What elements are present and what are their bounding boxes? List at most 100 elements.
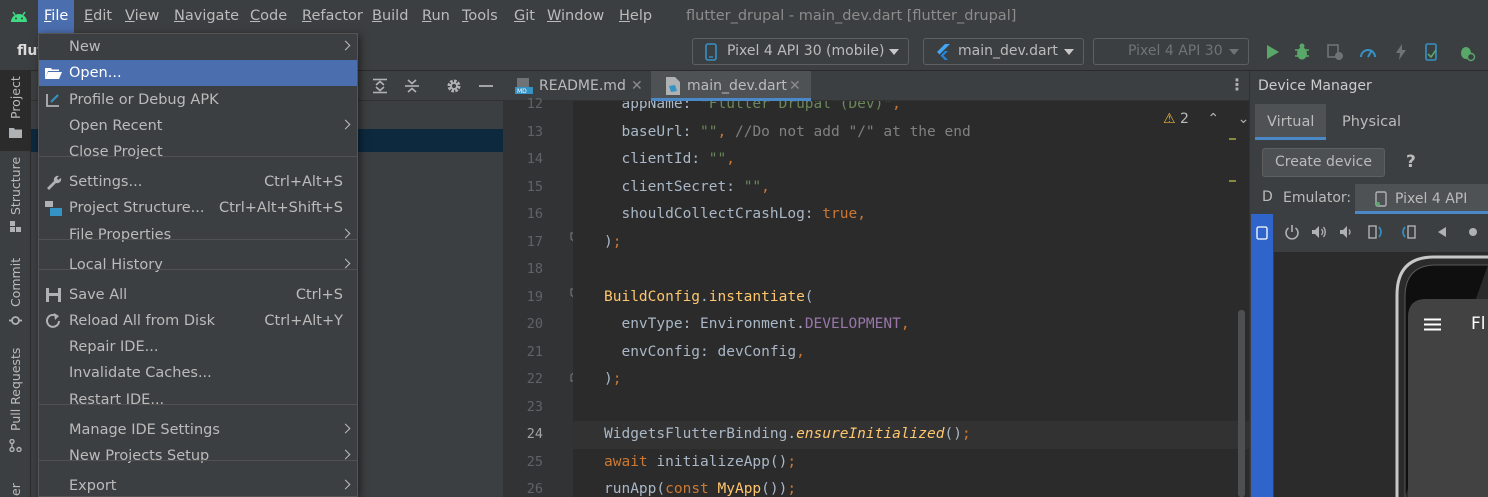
line-number: 15 (526, 178, 543, 195)
menu-run[interactable]: Run (416, 0, 456, 33)
gear-icon[interactable] (446, 78, 462, 94)
create-device-button[interactable]: Create device (1262, 148, 1385, 177)
project-tool-tab[interactable]: Project (0, 71, 31, 151)
emulator-device-tab[interactable]: Pixel 4 API 30 (1355, 184, 1488, 237)
inspection-widget[interactable]: ⚠ 2 ⌃ ⌄ (1163, 111, 1249, 127)
emulator-screen[interactable]: Fl (1274, 252, 1488, 497)
menu-build[interactable]: Build (366, 0, 414, 33)
rotate-left-icon[interactable] (1367, 224, 1385, 240)
tab-physical[interactable]: Physical (1330, 104, 1413, 140)
code-line[interactable]: envConfig: devConfig, (573, 339, 1249, 367)
line-number: 16 (526, 206, 543, 222)
code-line[interactable]: runApp(const MyApp()); (573, 476, 1249, 497)
file-menu-dropdown: New Open... Profile or Debug APK Open Recen… (38, 33, 358, 497)
pull-request-icon (9, 439, 22, 452)
menu-item-profile-or-debug-apk[interactable]: Profile or Debug APK (39, 87, 357, 113)
rotate-right-icon[interactable] (1399, 224, 1417, 240)
code-line[interactable]: BuildConfig.instantiate( (573, 284, 1249, 312)
menu-separator (39, 460, 357, 461)
menu-view[interactable]: View (119, 0, 165, 33)
menu-label-rest: indow (561, 8, 605, 24)
menu-navigate[interactable]: Navigate (168, 0, 245, 33)
profiler-icon[interactable] (1358, 42, 1378, 62)
target-device-combo[interactable]: Pixel 4 API 30 (1093, 38, 1249, 65)
menu-refactor[interactable]: Refactor (296, 0, 369, 33)
menu-item-label: Local History (69, 257, 163, 273)
menu-git[interactable]: Git (508, 0, 541, 33)
menu-tools[interactable]: Tools (456, 0, 504, 33)
code-line[interactable] (573, 256, 1249, 284)
run-config-combo[interactable]: main_dev.dart (923, 38, 1084, 65)
chevron-right-icon (340, 119, 351, 130)
menu-item-file-properties[interactable]: File Properties (39, 222, 357, 248)
back-icon[interactable] (1436, 226, 1448, 238)
commit-tool-tab[interactable]: Commit (0, 251, 31, 331)
tab-main-dev-dart[interactable]: main_dev.dart ✕ (651, 71, 811, 101)
dart-file-icon (666, 77, 680, 95)
menu-edit[interactable]: Edit (78, 0, 118, 33)
menu-item-local-history[interactable]: Local History (39, 252, 357, 278)
line-number: 20 (526, 316, 543, 332)
collapse-all-icon[interactable] (404, 78, 420, 94)
menu-file[interactable]: File (38, 0, 75, 33)
run-icon[interactable] (1262, 42, 1282, 62)
help-icon[interactable]: ? (1406, 152, 1416, 172)
tab-virtual[interactable]: Virtual (1255, 104, 1327, 140)
menu-item-project-structure[interactable]: Project Structure... Ctrl+Alt+Shift+S (39, 195, 357, 221)
menu-item-open-recent[interactable]: Open Recent (39, 113, 357, 139)
menu-item-manage-ide-settings[interactable]: Manage IDE Settings (39, 417, 357, 443)
volume-down-icon[interactable] (1338, 224, 1354, 240)
code-line[interactable]: appName: "Flutter Drupal (Dev)", (573, 101, 1249, 119)
code-line[interactable]: shouldCollectCrashLog: true, (573, 201, 1249, 229)
menu-item-settings[interactable]: Settings... Ctrl+Alt+S (39, 169, 357, 195)
code-line[interactable]: await initializeApp(); (573, 449, 1249, 477)
code-line[interactable]: clientId: "", (573, 146, 1249, 174)
menu-item-close-project[interactable]: Close Project (39, 139, 357, 165)
device-selector-combo[interactable]: Pixel 4 API 30 (mobile) (692, 38, 909, 65)
more-tabs-icon[interactable]: ⋮ (1229, 76, 1245, 94)
menu-item-save-all[interactable]: Save All Ctrl+S (39, 282, 357, 308)
menu-item-repair-ide[interactable]: Repair IDE... (39, 334, 357, 360)
warning-stripe-marker[interactable] (1229, 180, 1236, 182)
pull-requests-tool-tab[interactable]: Pull Requests (0, 348, 31, 466)
menu-item-open[interactable]: Open... (39, 60, 357, 86)
chevron-up-icon[interactable]: ⌃ (1207, 111, 1219, 127)
hide-panel-icon[interactable] (478, 78, 494, 94)
attach-debugger-icon[interactable] (1325, 42, 1345, 62)
menu-item-new[interactable]: New (39, 34, 357, 60)
close-icon[interactable]: ✕ (631, 71, 643, 101)
menu-help[interactable]: Help (613, 0, 658, 33)
home-icon[interactable] (1468, 227, 1478, 237)
sdk-manager-icon[interactable] (1456, 42, 1476, 62)
warning-stripe-marker[interactable] (1229, 138, 1236, 140)
hot-reload-icon[interactable] (1391, 42, 1411, 62)
volume-up-icon[interactable] (1311, 224, 1327, 240)
chevron-down-icon[interactable]: ⌄ (1238, 111, 1250, 127)
menu-item-export[interactable]: Export (39, 473, 357, 497)
menu-item-restart-ide[interactable]: Restart IDE... (39, 387, 357, 413)
menu-item-reload-all-from-disk[interactable]: Reload All from Disk Ctrl+Alt+Y (39, 308, 357, 334)
code-line[interactable]: ); (573, 229, 1249, 257)
code-line[interactable]: ); (573, 366, 1249, 394)
wrench-icon (47, 175, 62, 190)
build-variants-tool-tab[interactable]: er (0, 476, 31, 497)
code-line[interactable]: baseUrl: "", //Do not add "/" at the end (573, 119, 1249, 147)
device-row-selected[interactable] (1251, 214, 1273, 497)
code-line[interactable] (573, 394, 1249, 422)
close-icon[interactable]: ✕ (789, 71, 801, 101)
hamburger-menu-icon[interactable] (1424, 318, 1441, 331)
editor-scrollbar[interactable] (1238, 310, 1245, 497)
power-icon[interactable] (1284, 224, 1300, 240)
menu-item-new-projects-setup[interactable]: New Projects Setup (39, 443, 357, 469)
device-file-icon[interactable] (1421, 42, 1441, 62)
menu-window[interactable]: Window (541, 0, 610, 33)
expand-all-icon[interactable] (372, 78, 388, 94)
code-line[interactable]: clientSecret: "", (573, 174, 1249, 202)
code-editor[interactable]: appName: "Flutter Drupal (Dev)", baseUrl… (573, 101, 1249, 497)
code-line[interactable]: WidgetsFlutterBinding.ensureInitialized(… (573, 421, 1249, 449)
menu-code[interactable]: Code (244, 0, 293, 33)
debug-icon[interactable] (1292, 42, 1312, 62)
code-line[interactable]: envType: Environment.DEVELOPMENT, (573, 311, 1249, 339)
structure-tool-tab[interactable]: Structure (0, 157, 31, 239)
menu-item-invalidate-caches[interactable]: Invalidate Caches... (39, 360, 357, 386)
